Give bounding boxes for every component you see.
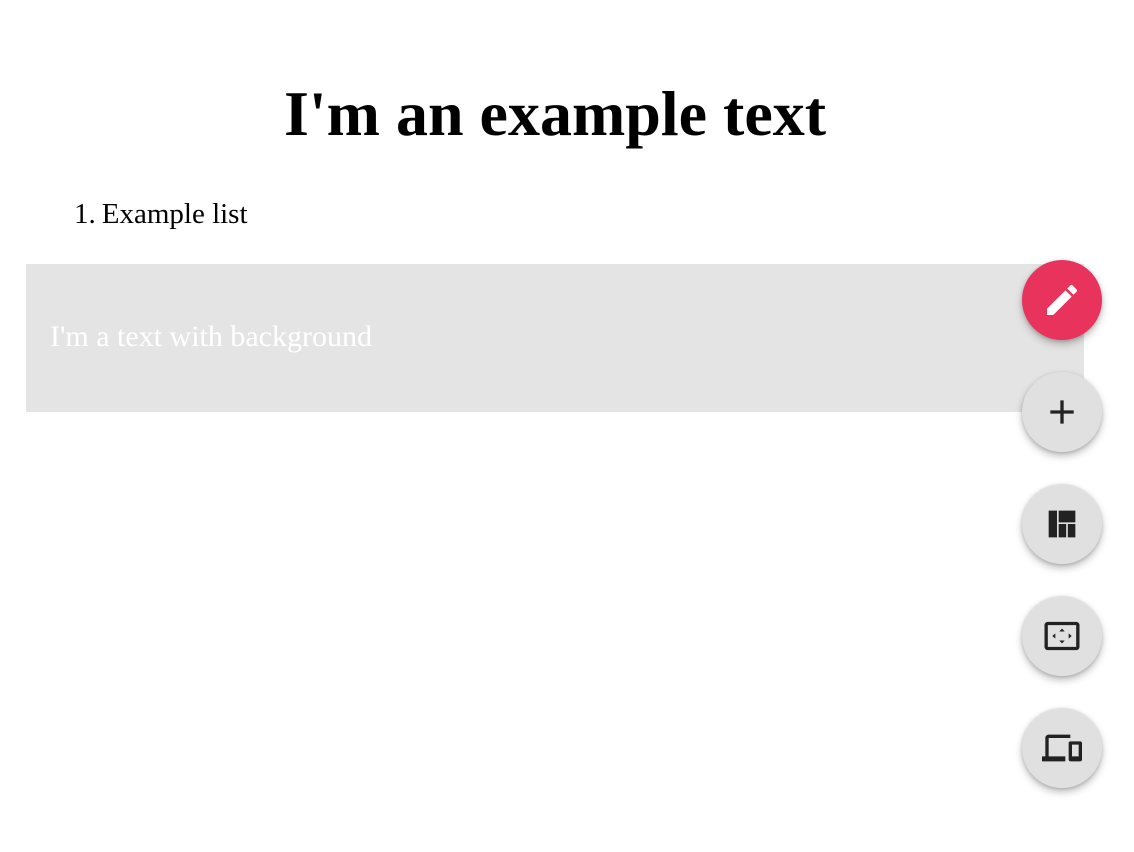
layout-icon: [1042, 504, 1082, 544]
pencil-icon: [1042, 280, 1082, 320]
fit-screen-fab-button[interactable]: [1022, 596, 1102, 676]
layout-fab-button[interactable]: [1022, 484, 1102, 564]
page-title: I'm an example text: [283, 78, 827, 149]
text-with-background-block: I'm a text with background: [26, 264, 1084, 412]
list-item: 1. Example list: [74, 196, 248, 232]
add-fab-button[interactable]: [1022, 372, 1102, 452]
devices-fab-button[interactable]: [1022, 708, 1102, 788]
list-item-label: Example list: [101, 198, 248, 230]
plus-icon: [1042, 392, 1082, 432]
fit-screen-icon: [1042, 616, 1082, 656]
devices-icon: [1042, 728, 1082, 768]
edit-fab-button[interactable]: [1022, 260, 1102, 340]
text-with-background: I'm a text with background: [50, 320, 372, 353]
list-item-number: 1.: [74, 198, 96, 230]
example-list: 1. Example list: [74, 196, 248, 232]
